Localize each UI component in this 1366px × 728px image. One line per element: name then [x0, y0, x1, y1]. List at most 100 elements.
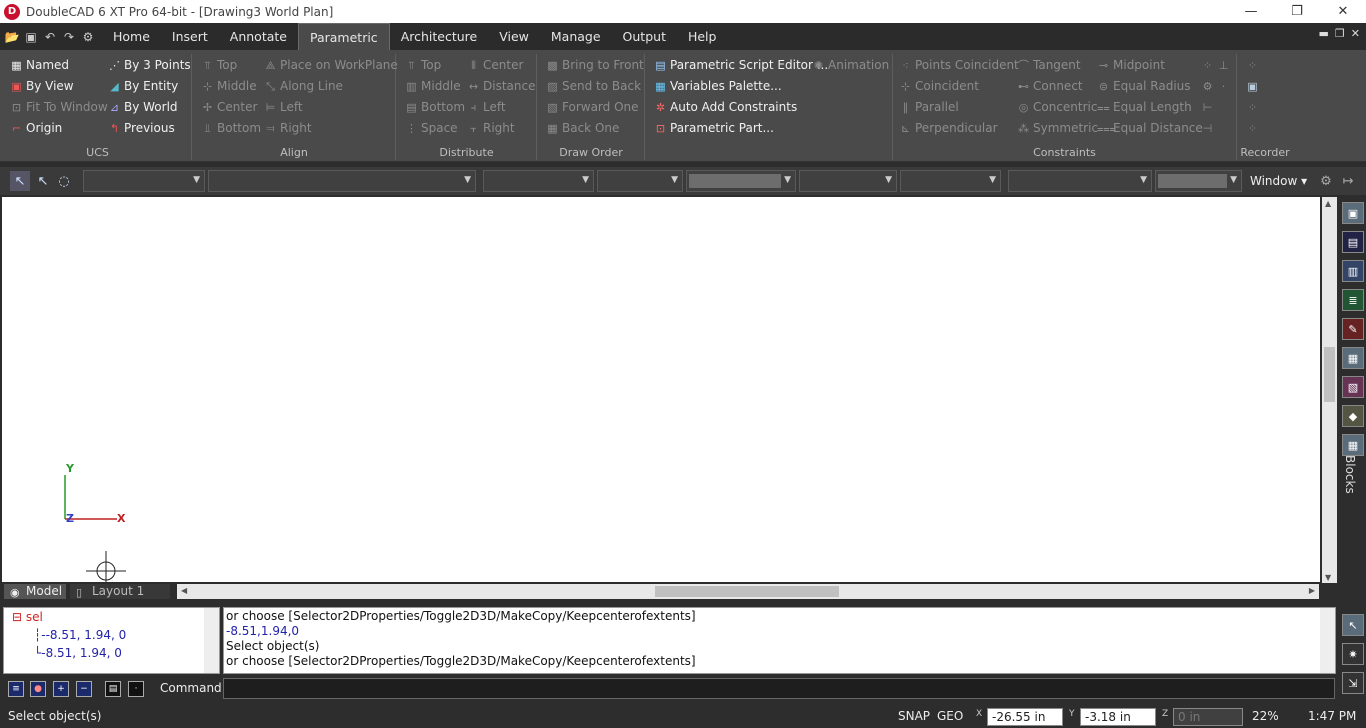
horizontal-scroll-thumb[interactable] [655, 586, 839, 597]
recorder-step-button[interactable]: ⁘ [1246, 97, 1259, 117]
coincident-button[interactable]: ⊹ Coincident [899, 76, 979, 96]
send-to-back-button[interactable]: ▨ Send to Back [546, 76, 641, 96]
ucs-fit-to-window-button[interactable]: ⊡ Fit To Window [10, 97, 108, 117]
forward-one-button[interactable]: ▧ Forward One [546, 97, 638, 117]
ucs-by-3-points-button[interactable]: ⋰ By 3 Points [108, 55, 191, 75]
ucs-origin-button[interactable]: ⌐ Origin [10, 118, 62, 138]
fill-color-combo[interactable]: ▼ [1155, 170, 1242, 192]
distribute-top-button[interactable]: ⫪ Top [405, 55, 441, 75]
drawing-canvas[interactable]: Y Z X [2, 197, 1320, 582]
cmd-minus-icon[interactable]: − [76, 681, 92, 697]
recorder-record-button[interactable]: ⁘ [1246, 55, 1259, 75]
lasso-select-icon[interactable]: ◌ [54, 171, 74, 191]
tab-home[interactable]: Home [102, 23, 161, 50]
equal-distance-button[interactable]: ⩶ Equal Distance [1097, 118, 1203, 138]
tab-annotate[interactable]: Annotate [219, 23, 298, 50]
symmetric-button[interactable]: ⁂ Symmetric [1017, 118, 1098, 138]
blocks-panel-tab[interactable]: Blocks [1343, 455, 1357, 494]
ucs-named-button[interactable]: ▦ Named [10, 55, 69, 75]
dock-library-icon[interactable]: ▥ [1342, 260, 1364, 282]
window-menu[interactable]: Window ▾ [1250, 174, 1307, 188]
doc-close-icon[interactable]: ✕ [1351, 27, 1360, 40]
command-input[interactable] [223, 678, 1335, 699]
connect-button[interactable]: ⊷ Connect [1017, 76, 1083, 96]
dock-styles-icon[interactable]: ▧ [1342, 376, 1364, 398]
canvas-vertical-scrollbar[interactable]: ▲ ▼ [1322, 197, 1337, 584]
linetype-combo[interactable]: ▼ [483, 170, 594, 192]
settings-wand-icon[interactable]: ⚙ [1316, 171, 1336, 191]
maximize-button[interactable]: ❐ [1274, 0, 1320, 23]
animation-button[interactable]: ✺ Animation [812, 55, 889, 75]
gear-icon[interactable]: ⚙ [80, 29, 96, 45]
history-scrollbar[interactable] [1320, 608, 1335, 673]
select-arrow-icon[interactable]: ↖ [10, 171, 30, 191]
align-right-button[interactable]: ⫤ Right [264, 118, 311, 138]
parametric-script-editor-button[interactable]: ▤ Parametric Script Editor ... [654, 55, 828, 75]
constraint-tool-1-button[interactable]: ⁘ ⊥ [1201, 55, 1230, 75]
dock-views-icon[interactable]: ▦ [1342, 347, 1364, 369]
tab-layout-1[interactable]: ▯ Layout 1 [70, 584, 170, 599]
collapse-icon[interactable]: ⊟ [12, 610, 22, 624]
canvas-horizontal-scrollbar[interactable]: ◀ ▶ [177, 584, 1319, 599]
y-coordinate-field[interactable]: -3.18 in [1080, 708, 1156, 726]
open-folder-icon[interactable]: 📂 [4, 29, 20, 45]
parallel-button[interactable]: ∥ Parallel [899, 97, 959, 117]
color-combo[interactable]: ▼ [686, 170, 796, 192]
constraint-tool-3-button[interactable]: ⊢ [1201, 97, 1214, 117]
concentric-button[interactable]: ◎ Concentric [1017, 97, 1098, 117]
constraint-tool-2-button[interactable]: ⚙ · [1201, 76, 1230, 96]
distribute-center-button[interactable]: ⫴ Center [467, 55, 523, 75]
recorder-stop-button[interactable]: ⁘ [1246, 118, 1259, 138]
equal-length-button[interactable]: ⩵ Equal Length [1097, 97, 1192, 117]
tree-item[interactable]: └-8.51, 1.94, 0 [34, 646, 122, 660]
redo-icon[interactable]: ↷ [61, 29, 77, 45]
constraint-tool-4-button[interactable]: ⊣ [1201, 118, 1214, 138]
distribute-middle-button[interactable]: ▥ Middle [405, 76, 460, 96]
dock-blocks-icon[interactable]: ▦ [1342, 434, 1364, 456]
tab-output[interactable]: Output [612, 23, 677, 50]
distribute-distance-button[interactable]: ↔ Distance [467, 76, 536, 96]
perpendicular-button[interactable]: ⊾ Perpendicular [899, 118, 998, 138]
distribute-bottom-button[interactable]: ▤ Bottom [405, 97, 465, 117]
layer-combo[interactable]: ▼ [83, 170, 205, 192]
align-middle-button[interactable]: ⊹ Middle [201, 76, 257, 96]
cmd-list-icon[interactable]: ≡ [8, 681, 24, 697]
ucs-by-view-button[interactable]: ▣ By View [10, 76, 73, 96]
expand-arrow-icon[interactable]: ↦ [1338, 171, 1358, 191]
x-coordinate-field[interactable]: -26.55 in [987, 708, 1063, 726]
ucs-by-world-button[interactable]: ⊿ By World [108, 97, 178, 117]
tree-item[interactable]: ┆--8.51, 1.94, 0 [34, 628, 126, 642]
recorder-play-button[interactable]: ▣ [1246, 76, 1259, 96]
distribute-right-button[interactable]: ⫟ Right [467, 118, 514, 138]
tab-view[interactable]: View [488, 23, 540, 50]
auto-add-constraints-button[interactable]: ✲ Auto Add Constraints [654, 97, 797, 117]
variables-palette-button[interactable]: ▦ Variables Palette... [654, 76, 781, 96]
undo-icon[interactable]: ↶ [42, 29, 58, 45]
distribute-left-button[interactable]: ⫞ Left [467, 97, 506, 117]
lineweight-combo[interactable]: ▼ [597, 170, 683, 192]
z-coordinate-field[interactable]: 0 in [1173, 708, 1243, 726]
dock-symbols-icon[interactable]: ◆ [1342, 405, 1364, 427]
equal-radius-button[interactable]: ⊜ Equal Radius [1097, 76, 1191, 96]
distribute-space-button[interactable]: ⋮ Space [405, 118, 458, 138]
tab-architecture[interactable]: Architecture [390, 23, 489, 50]
cmd-dot-icon[interactable]: · [128, 681, 144, 697]
bring-to-front-button[interactable]: ▩ Bring to Front [546, 55, 643, 75]
dock-layers-icon[interactable]: ≣ [1342, 289, 1364, 311]
snap-toggle[interactable]: SNAP [898, 709, 930, 723]
align-center-button[interactable]: ✢ Center [201, 97, 258, 117]
tab-help[interactable]: Help [677, 23, 728, 50]
app-logo-icon[interactable]: D [4, 3, 20, 20]
font-combo[interactable]: ▼ [1008, 170, 1152, 192]
close-button[interactable]: ✕ [1320, 0, 1366, 23]
align-bottom-button[interactable]: ⫫ Bottom [201, 118, 261, 138]
scroll-up-icon[interactable]: ▲ [1325, 199, 1331, 208]
tab-insert[interactable]: Insert [161, 23, 219, 50]
geo-toggle[interactable]: GEO [937, 709, 963, 723]
select-subobject-icon[interactable]: ↖ [33, 171, 53, 191]
dock-properties-icon[interactable]: ▣ [1342, 202, 1364, 224]
tab-manage[interactable]: Manage [540, 23, 612, 50]
tangent-button[interactable]: ⌒ Tangent [1017, 55, 1081, 75]
align-left-button[interactable]: ⊨ Left [264, 97, 303, 117]
scroll-right-icon[interactable]: ▶ [1309, 586, 1315, 595]
